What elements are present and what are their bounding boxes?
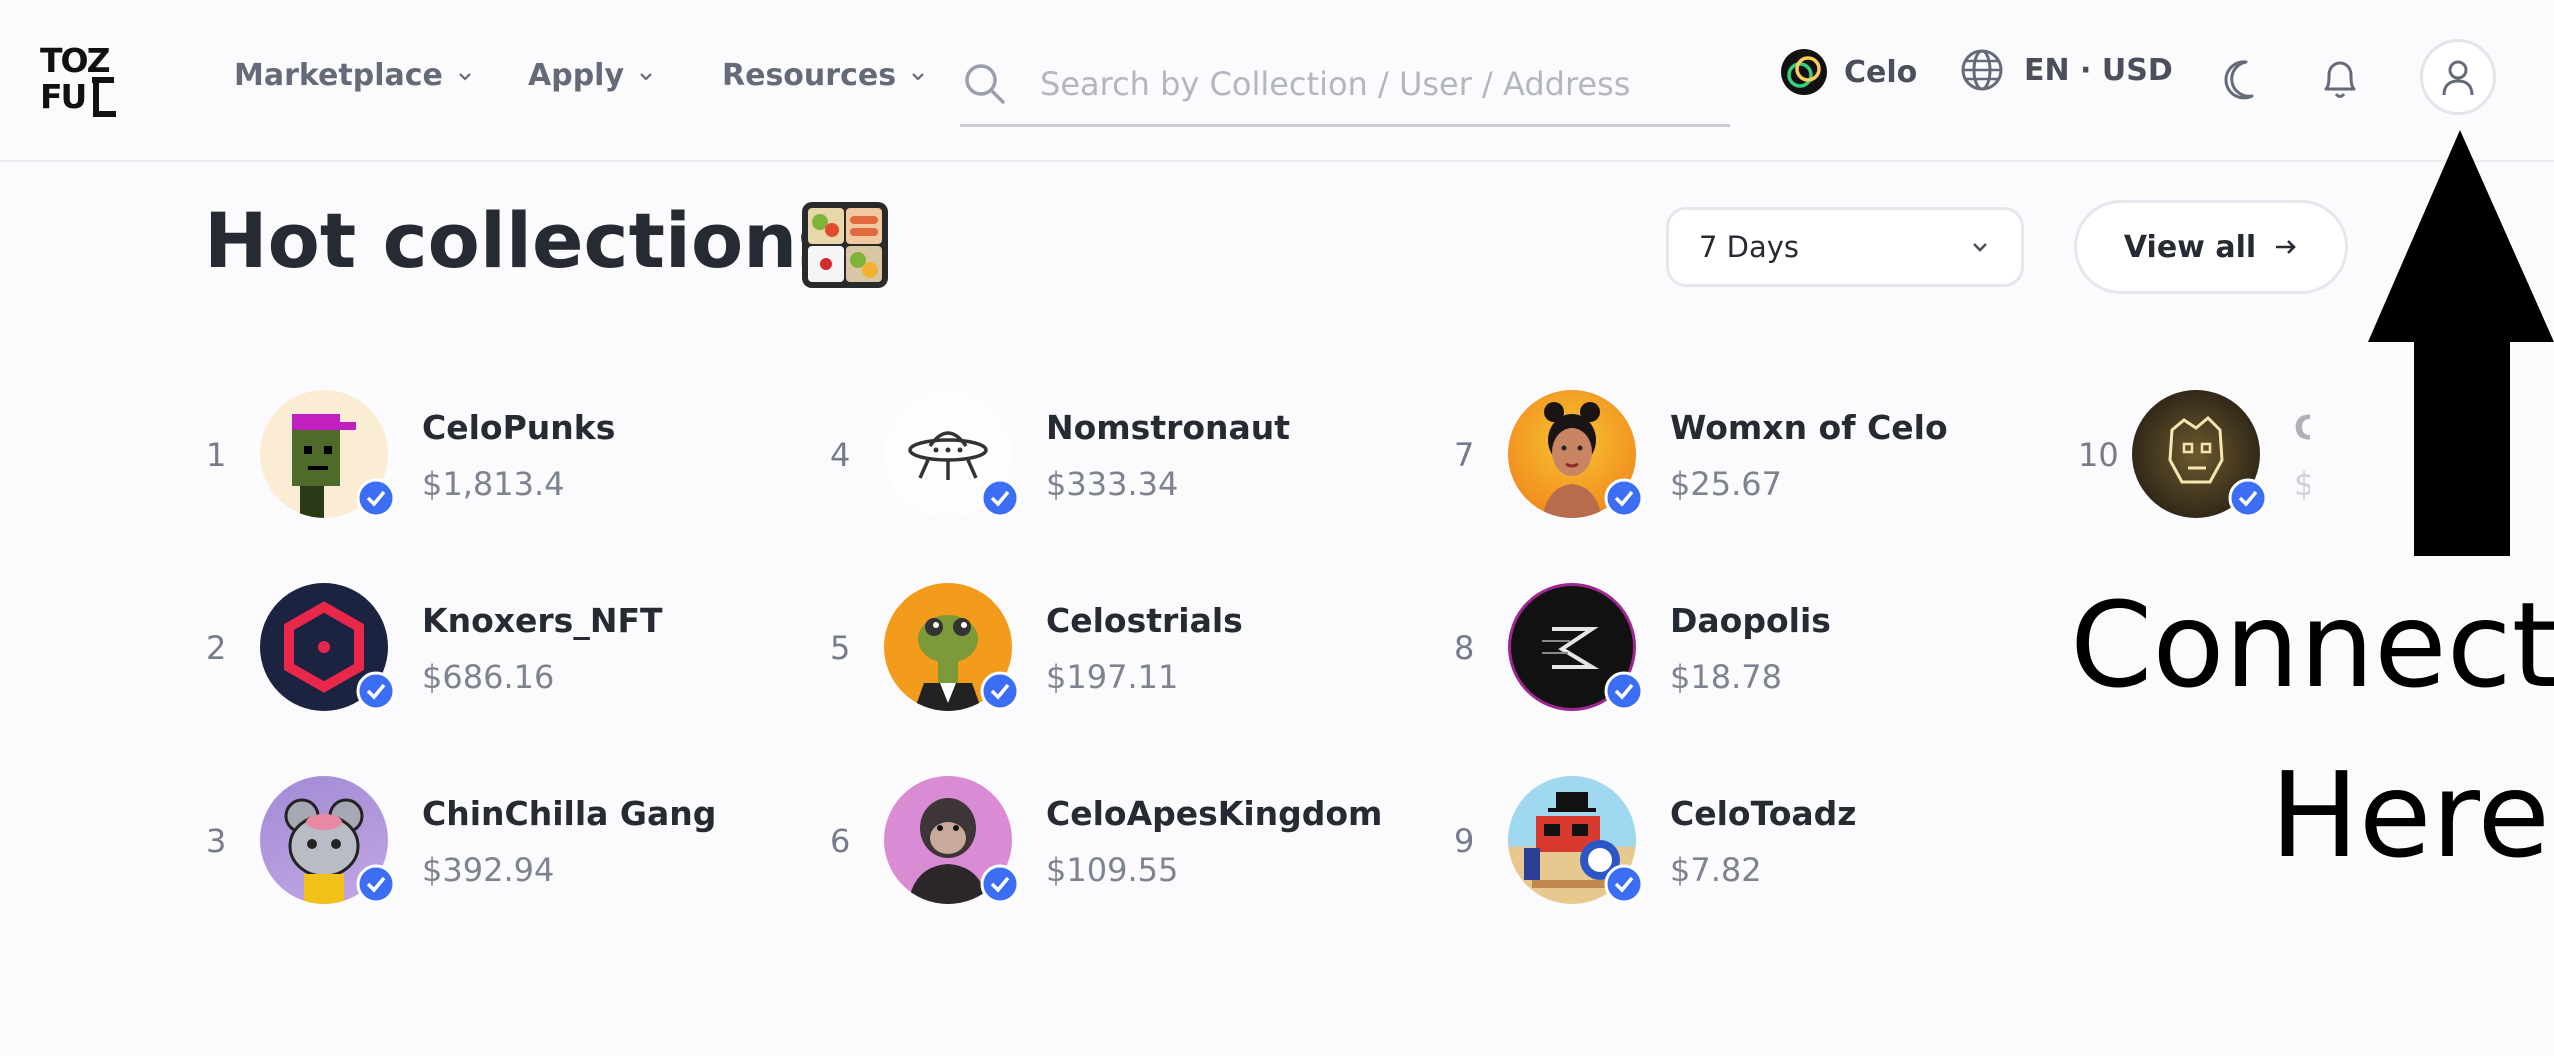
period-selected: 7 Days (1699, 230, 1800, 264)
collection-rank: 7 (1454, 436, 1475, 474)
collection-name: CeloPunks (422, 407, 616, 447)
network-label: Celo (1844, 54, 1918, 90)
collection-item[interactable]: 5 Celostrials $197.11 (830, 583, 1243, 713)
verified-badge-icon (356, 864, 396, 904)
collection-rank: 8 (1454, 629, 1475, 667)
theme-toggle[interactable] (2222, 58, 2266, 102)
period-dropdown[interactable]: 7 Days (1666, 207, 2024, 287)
notifications-button[interactable] (2318, 56, 2362, 102)
nav-resources-label: Resources (722, 58, 897, 93)
collection-price: $197.11 (1046, 657, 1179, 696)
collection-price: $1,813.4 (422, 464, 565, 503)
collection-name: Womxn of Celo (1670, 407, 1948, 447)
collection-name: Daopolis (1670, 600, 1831, 640)
collection-item[interactable]: 3 ChinChilla Gang $392.94 (206, 776, 716, 906)
collection-price: $333.34 (1046, 464, 1179, 503)
network-selector[interactable]: Celo (1780, 48, 1917, 96)
collection-item[interactable]: 9 CeloToadz $7.82 (1454, 776, 1856, 906)
verified-badge-icon (356, 478, 396, 518)
annotation-text: Connect Here (2070, 560, 2554, 900)
collection-rank: 6 (830, 822, 851, 860)
collection-name: Nomstronaut (1046, 407, 1291, 447)
collection-name: CeloApesKingdom (1046, 793, 1383, 833)
view-all-button[interactable]: View all (2074, 200, 2348, 294)
nav-apply-label: Apply (528, 58, 625, 93)
bento-box-icon (802, 202, 888, 288)
collection-rank: 2 (206, 629, 227, 667)
collection-rank: 4 (830, 436, 851, 474)
collection-price: $686.16 (422, 657, 555, 696)
verified-badge-icon (356, 671, 396, 711)
collection-price: $18.78 (1670, 657, 1782, 696)
annotation-line2: Here (2270, 746, 2550, 884)
collection-name: Celostrials (1046, 600, 1243, 640)
collection-item[interactable]: 10 Ce $5 (2078, 390, 2341, 520)
moon-icon (2224, 60, 2254, 100)
site-logo[interactable]: TOZ FU (40, 41, 120, 118)
collection-rank: 1 (206, 436, 227, 474)
arrow-right-icon (2276, 240, 2296, 254)
verified-badge-icon (2228, 478, 2268, 518)
user-icon (2442, 60, 2474, 96)
collection-item[interactable]: 1 CeloPunks $1,813.4 (206, 390, 615, 520)
verified-badge-icon (1604, 671, 1644, 711)
nav-marketplace-label: Marketplace (234, 58, 443, 93)
view-all-label: View all (2123, 229, 2257, 265)
collection-rank: 9 (1454, 822, 1475, 860)
collection-rank: 3 (206, 822, 227, 860)
verified-badge-icon (980, 478, 1020, 518)
nav-marketplace[interactable]: Marketplace (234, 58, 473, 93)
chevron-down-icon (1973, 243, 1987, 252)
nav-apply[interactable]: Apply (528, 58, 654, 93)
top-header: TOZ FU Marketplace Apply Resources Celo (0, 0, 2554, 162)
globe-icon (1961, 49, 2003, 91)
collection-price: $392.94 (422, 850, 555, 889)
verified-badge-icon (1604, 478, 1644, 518)
celo-icon (1781, 49, 1827, 95)
section-title: Hot collections (204, 196, 843, 285)
collection-price: $25.67 (1670, 464, 1782, 503)
search-icon (965, 64, 1005, 104)
logo-mark: TOZ FU (40, 41, 116, 117)
locale-label: EN · USD (2024, 52, 2173, 88)
verified-badge-icon (1604, 864, 1644, 904)
verified-badge-icon (980, 864, 1020, 904)
collection-item[interactable]: 8 Daopolis $18.78 (1454, 583, 1831, 713)
verified-badge-icon (980, 671, 1020, 711)
connect-wallet-button[interactable] (2420, 39, 2496, 115)
collection-rank: 10 (2078, 436, 2119, 474)
annotation-line1: Connect (2070, 576, 2554, 714)
collection-item[interactable]: 2 Knoxers_NFT $686.16 (206, 583, 663, 713)
collection-name: Knoxers_NFT (422, 600, 663, 640)
chevron-down-icon (459, 72, 471, 81)
svg-text:FU: FU (40, 77, 85, 116)
chevron-down-icon (912, 72, 924, 81)
collection-item[interactable]: 6 CeloApesKingdom $109.55 (830, 776, 1382, 906)
bell-icon (2324, 61, 2356, 98)
collection-name: ChinChilla Gang (422, 793, 717, 833)
search-input[interactable] (1038, 64, 1722, 104)
collection-price: $109.55 (1046, 850, 1179, 889)
locale-selector[interactable]: EN · USD (1960, 48, 2173, 92)
collection-price: $7.82 (1670, 850, 1762, 889)
svg-text:TOZ: TOZ (40, 42, 110, 80)
search-bar (960, 44, 1730, 127)
collection-name: CeloToadz (1670, 793, 1857, 833)
nav-resources[interactable]: Resources (722, 58, 926, 93)
collection-item[interactable]: 4 Nomstronaut $333.34 (830, 390, 1290, 520)
collection-rank: 5 (830, 629, 851, 667)
annotation-arrow-up-icon (2368, 130, 2554, 556)
chevron-down-icon (640, 72, 652, 81)
collection-item[interactable]: 7 Womxn of Celo $25.67 (1454, 390, 1948, 520)
